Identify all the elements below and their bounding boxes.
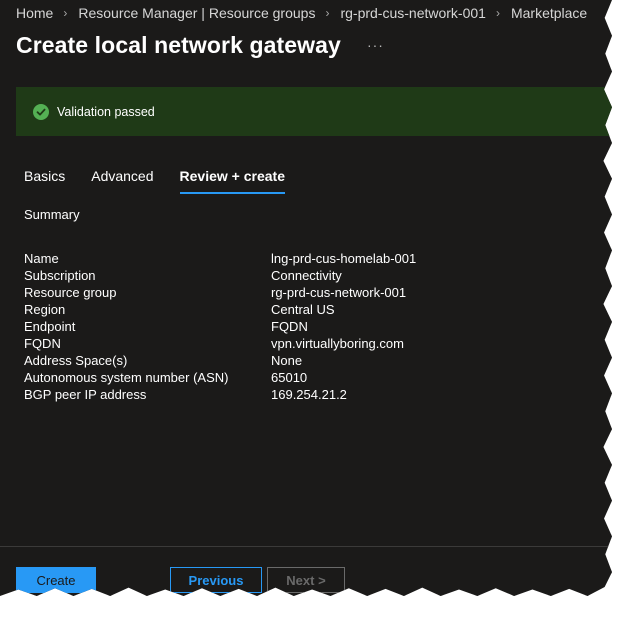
breadcrumb-resource-groups[interactable]: Resource Manager | Resource groups: [78, 5, 315, 21]
summary-value: lng-prd-cus-homelab-001: [271, 251, 417, 266]
breadcrumb-home[interactable]: Home: [16, 5, 53, 21]
breadcrumb: Home › Resource Manager | Resource group…: [16, 5, 587, 21]
summary-label: Subscription: [24, 268, 96, 283]
next-button[interactable]: Next >: [267, 567, 345, 593]
summary-value: FQDN: [271, 319, 308, 334]
chevron-right-icon: ›: [325, 6, 330, 20]
summary-value: None: [271, 353, 303, 368]
summary-label: Address Space(s): [24, 353, 128, 368]
summary-row: BGP peer IP address 169.254.21.2: [24, 386, 416, 403]
summary-label: Name: [24, 251, 59, 266]
summary-row: Region Central US: [24, 301, 416, 318]
validation-banner: Validation passed: [16, 87, 612, 136]
summary-value: 169.254.21.2: [271, 387, 347, 402]
summary-label: Autonomous system number (ASN): [24, 370, 229, 385]
tab-basics[interactable]: Basics: [24, 168, 65, 194]
summary-row: Endpoint FQDN: [24, 318, 416, 335]
summary-label: FQDN: [24, 336, 61, 351]
breadcrumb-marketplace[interactable]: Marketplace: [511, 5, 587, 21]
summary-row: FQDN vpn.virtuallyboring.com: [24, 335, 416, 352]
summary-label: Region: [24, 302, 66, 317]
summary-list: Name lng-prd-cus-homelab-001 Subscriptio…: [24, 250, 416, 403]
summary-value: Connectivity: [271, 268, 342, 283]
summary-row: Name lng-prd-cus-homelab-001: [24, 250, 416, 267]
summary-value: rg-prd-cus-network-001: [271, 285, 407, 300]
breadcrumb-resource-group[interactable]: rg-prd-cus-network-001: [340, 5, 486, 21]
checkmark-circle-icon: [33, 103, 49, 120]
tab-review-create[interactable]: Review + create: [179, 168, 285, 194]
summary-value: vpn.virtuallyboring.com: [271, 336, 404, 351]
summary-row: Address Space(s) None: [24, 352, 416, 369]
title-row: Create local network gateway ···: [16, 32, 384, 59]
summary-row: Resource group rg-prd-cus-network-001: [24, 284, 416, 301]
summary-row: Autonomous system number (ASN) 65010: [24, 369, 416, 386]
summary-label: BGP peer IP address: [24, 387, 147, 402]
summary-value: 65010: [271, 370, 308, 385]
tab-advanced[interactable]: Advanced: [91, 168, 153, 194]
footer-divider: [0, 546, 612, 547]
summary-heading: Summary: [24, 207, 80, 222]
summary-label: Endpoint: [24, 319, 76, 334]
portal-window: Home › Resource Manager | Resource group…: [0, 0, 612, 596]
previous-button[interactable]: Previous: [170, 567, 262, 593]
summary-value: Central US: [271, 302, 335, 317]
validation-message: Validation passed: [57, 104, 155, 119]
create-button[interactable]: Create: [16, 567, 96, 593]
summary-label: Resource group: [24, 285, 117, 300]
summary-row: Subscription Connectivity: [24, 267, 416, 284]
more-options-icon[interactable]: ···: [367, 37, 384, 53]
chevron-right-icon: ›: [495, 6, 500, 20]
page-title: Create local network gateway: [16, 32, 341, 58]
chevron-right-icon: ›: [63, 6, 68, 20]
wizard-tabs: Basics Advanced Review + create: [24, 168, 311, 194]
